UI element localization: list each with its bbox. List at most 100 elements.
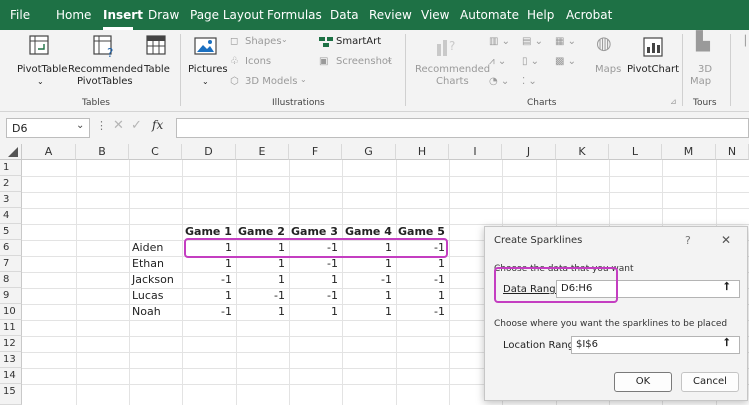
row-header-13[interactable]: 13 — [0, 352, 22, 368]
3d-map-icon: ▙ — [696, 31, 710, 52]
enter-icon[interactable]: ✓ — [131, 118, 142, 133]
player-name-cell[interactable]: Lucas — [132, 288, 163, 304]
select-all-corner[interactable] — [0, 144, 22, 160]
row-header-8[interactable]: 8 — [0, 272, 22, 288]
row-header-14[interactable]: 14 — [0, 368, 22, 384]
collapse-dialog-icon[interactable]: ⭡ — [724, 280, 729, 294]
score-cell[interactable]: 1 — [236, 256, 289, 272]
score-cell[interactable]: 1 — [236, 272, 289, 288]
menu-formulas[interactable]: Formulas — [267, 8, 322, 22]
column-header-g[interactable]: G — [342, 144, 396, 160]
help-button[interactable]: ? — [685, 234, 691, 247]
score-cell[interactable]: 1 — [396, 288, 449, 304]
row-header-11[interactable]: 11 — [0, 320, 22, 336]
location-range-input[interactable]: $I$6 — [571, 336, 740, 354]
score-cell[interactable]: 1 — [289, 304, 342, 320]
player-name-cell[interactable]: Aiden — [132, 240, 163, 256]
waterfall-chart-icon[interactable]: ▦ ⌄ — [555, 36, 576, 48]
row-header-4[interactable]: 4 — [0, 208, 22, 224]
column-header-b[interactable]: B — [76, 144, 129, 160]
score-cell[interactable]: 1 — [236, 304, 289, 320]
score-cell[interactable]: 1 — [342, 304, 396, 320]
score-cell[interactable]: -1 — [289, 288, 342, 304]
chevron-down-icon: ⌄ — [386, 55, 393, 64]
row-header-15[interactable]: 15 — [0, 384, 22, 405]
score-cell[interactable]: -1 — [289, 256, 342, 272]
menu-automate[interactable]: Automate — [460, 8, 519, 22]
score-cell[interactable]: 1 — [182, 288, 236, 304]
player-name-cell[interactable]: Ethan — [132, 256, 164, 272]
line-chart-icon[interactable]: ⩘ ⌄ — [489, 56, 506, 68]
menu-view[interactable]: View — [421, 8, 449, 22]
collapse-dialog-icon[interactable]: ⭡ — [724, 336, 729, 350]
ok-button[interactable]: OK — [614, 372, 672, 392]
score-cell[interactable]: -1 — [396, 304, 449, 320]
row-header-10[interactable]: 10 — [0, 304, 22, 320]
menu-acrobat[interactable]: Acrobat — [566, 8, 612, 22]
chevron-down-icon[interactable]: ⌄ — [76, 120, 84, 131]
score-cell[interactable]: 1 — [182, 256, 236, 272]
cancel-icon[interactable]: ✕ — [113, 118, 124, 133]
group-label-tours: Tours — [693, 98, 717, 108]
row-header-5[interactable]: 5 — [0, 224, 22, 240]
score-cell[interactable]: 1 — [396, 256, 449, 272]
score-cell[interactable]: 1 — [342, 256, 396, 272]
score-cell[interactable]: 1 — [289, 272, 342, 288]
menu-draw[interactable]: Draw — [148, 8, 179, 22]
pie-chart-icon[interactable]: ◔ ⌄ — [489, 76, 509, 88]
hierarchy-chart-icon[interactable]: ▤ ⌄ — [522, 36, 543, 48]
choose-place-text: Choose where you want the sparklines to … — [494, 319, 728, 329]
ribbon-separator — [405, 34, 406, 106]
menu-review[interactable]: Review — [369, 8, 412, 22]
maps-label: Maps — [595, 64, 622, 75]
column-header-h[interactable]: H — [396, 144, 449, 160]
ribbon: PivotTable ⌄ ? Recommended PivotTables T… — [0, 30, 749, 112]
3d-map-label-2: Map — [690, 76, 712, 87]
menu-home[interactable]: Home — [56, 8, 91, 22]
combo-chart-icon[interactable]: ▩ ⌄ — [555, 56, 576, 68]
row-header-2[interactable]: 2 — [0, 176, 22, 192]
column-header-d[interactable]: D — [182, 144, 236, 160]
score-cell[interactable]: -1 — [182, 272, 236, 288]
row-header-9[interactable]: 9 — [0, 288, 22, 304]
menu-file[interactable]: File — [10, 8, 30, 22]
scatter-chart-icon[interactable]: ⁚ ⌄ — [522, 76, 537, 88]
player-name-cell[interactable]: Jackson — [132, 272, 174, 288]
formula-input[interactable] — [176, 118, 749, 138]
menu-data[interactable]: Data — [330, 8, 359, 22]
menu-insert[interactable]: Insert — [103, 8, 143, 22]
row-header-1[interactable]: 1 — [0, 160, 22, 176]
row-header-6[interactable]: 6 — [0, 240, 22, 256]
gridline — [22, 208, 749, 209]
cancel-button[interactable]: Cancel — [681, 372, 739, 392]
column-header-j[interactable]: J — [502, 144, 556, 160]
score-cell[interactable]: -1 — [342, 272, 396, 288]
score-cell[interactable]: -1 — [236, 288, 289, 304]
row-header-12[interactable]: 12 — [0, 336, 22, 352]
statistic-chart-icon[interactable]: ▯ ⌄ — [522, 56, 539, 68]
chevron-down-icon: ⌄ — [202, 77, 209, 86]
score-cell[interactable]: -1 — [182, 304, 236, 320]
column-header-c[interactable]: C — [129, 144, 182, 160]
column-chart-icon[interactable]: ▥ ⌄ — [489, 36, 510, 48]
menu-page-layout[interactable]: Page Layout — [190, 8, 264, 22]
close-button[interactable]: ✕ — [721, 233, 731, 247]
dialog-launcher-icon[interactable]: ⊿ — [670, 96, 677, 108]
row-header-7[interactable]: 7 — [0, 256, 22, 272]
function-icon[interactable]: fx — [152, 118, 163, 132]
player-name-cell[interactable]: Noah — [132, 304, 161, 320]
column-header-a[interactable]: A — [22, 144, 76, 160]
row-header-3[interactable]: 3 — [0, 192, 22, 208]
column-header-n[interactable]: N — [716, 144, 749, 160]
score-cell[interactable]: -1 — [396, 272, 449, 288]
column-header-k[interactable]: K — [556, 144, 609, 160]
column-header-l[interactable]: L — [609, 144, 662, 160]
recommended-charts-icon: ? — [437, 39, 455, 56]
score-cell[interactable]: 1 — [342, 288, 396, 304]
overflow-icon[interactable]: ▕ — [738, 36, 746, 48]
column-header-m[interactable]: M — [662, 144, 716, 160]
column-header-i[interactable]: I — [449, 144, 502, 160]
column-header-e[interactable]: E — [236, 144, 289, 160]
column-header-f[interactable]: F — [289, 144, 342, 160]
menu-help[interactable]: Help — [527, 8, 554, 22]
